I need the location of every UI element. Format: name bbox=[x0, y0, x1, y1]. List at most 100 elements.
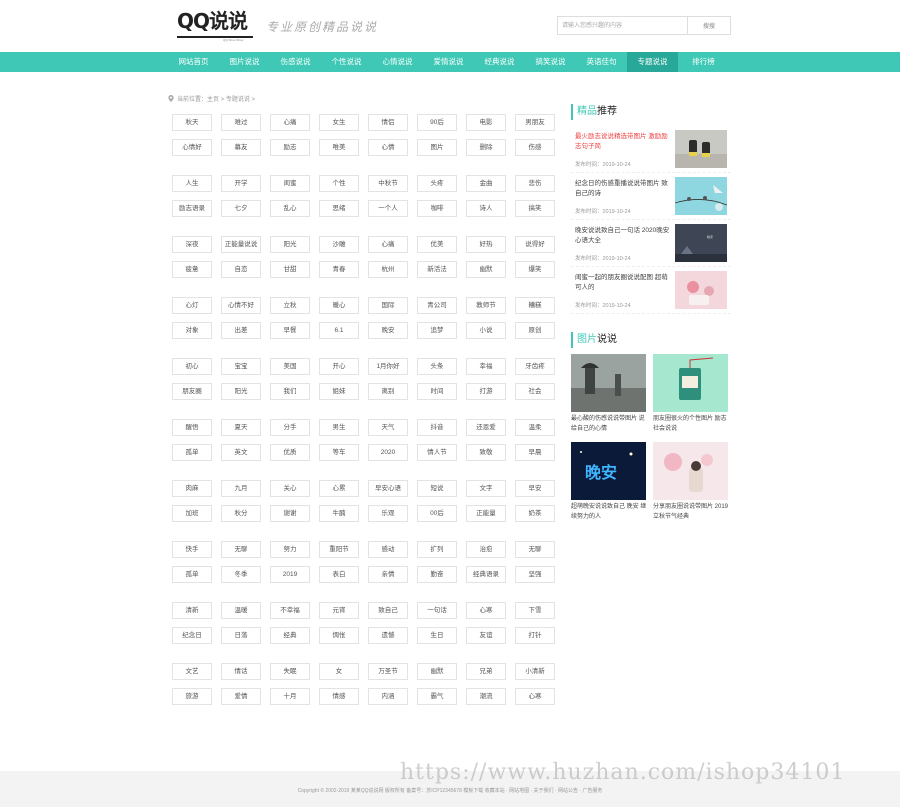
tag-link[interactable]: 重阳节 bbox=[319, 541, 359, 558]
tag-link[interactable]: 纪念日 bbox=[172, 627, 212, 644]
nav-item[interactable]: 心情说说 bbox=[372, 52, 423, 72]
tag-link[interactable]: 一句话 bbox=[417, 602, 457, 619]
recommend-item-thumbnail[interactable] bbox=[675, 271, 727, 309]
nav-item[interactable]: 爱情说说 bbox=[423, 52, 474, 72]
tag-link[interactable]: 早餐 bbox=[270, 322, 310, 339]
tag-link[interactable]: 美国 bbox=[270, 358, 310, 375]
tag-link[interactable]: 十月 bbox=[270, 688, 310, 705]
tag-link[interactable]: 图片 bbox=[417, 139, 457, 156]
tag-link[interactable]: 勤奋 bbox=[417, 566, 457, 583]
tag-link[interactable]: 牙齿疼 bbox=[515, 358, 555, 375]
picture-item[interactable]: 晚安 超萌晚安说说致自己 晚安 继续努力的人 bbox=[571, 442, 649, 526]
nav-item[interactable]: 网站首页 bbox=[168, 52, 219, 72]
recommend-item-thumbnail[interactable]: 晚安 bbox=[675, 224, 727, 262]
tag-link[interactable]: 搞笑 bbox=[515, 200, 555, 217]
tag-link[interactable]: 无聊 bbox=[515, 541, 555, 558]
tag-link[interactable]: 金曲 bbox=[466, 175, 506, 192]
tag-link[interactable]: 温暖 bbox=[221, 602, 261, 619]
picture-item-thumbnail[interactable] bbox=[571, 354, 646, 412]
tag-link[interactable]: 心情不好 bbox=[221, 297, 261, 314]
tag-link[interactable]: 关心 bbox=[270, 480, 310, 497]
tag-link[interactable]: 姐妹 bbox=[319, 383, 359, 400]
tag-link[interactable]: 男朋友 bbox=[515, 114, 555, 131]
tag-link[interactable]: 幕友 bbox=[221, 139, 261, 156]
tag-link[interactable]: 00后 bbox=[417, 505, 457, 522]
tag-link[interactable]: 早安心语 bbox=[368, 480, 408, 497]
tag-link[interactable]: 甘甜 bbox=[270, 261, 310, 278]
tag-link[interactable]: 闺蜜 bbox=[270, 175, 310, 192]
tag-link[interactable]: 阳光 bbox=[221, 383, 261, 400]
tag-link[interactable]: 快手 bbox=[172, 541, 212, 558]
tag-link[interactable]: 深夜 bbox=[172, 236, 212, 253]
tag-link[interactable]: 夏天 bbox=[221, 419, 261, 436]
tag-link[interactable]: 加班 bbox=[172, 505, 212, 522]
tag-link[interactable]: 幽默 bbox=[417, 663, 457, 680]
tag-link[interactable]: 一个人 bbox=[368, 200, 408, 217]
tag-link[interactable]: 心灯 bbox=[172, 297, 212, 314]
tag-link[interactable]: 人生 bbox=[172, 175, 212, 192]
tag-link[interactable]: 出差 bbox=[221, 322, 261, 339]
nav-item[interactable]: 伤感说说 bbox=[270, 52, 321, 72]
tag-link[interactable]: 优美 bbox=[417, 236, 457, 253]
tag-link[interactable]: 难过 bbox=[221, 114, 261, 131]
picture-item-thumbnail[interactable]: 晚安 bbox=[571, 442, 646, 500]
tag-link[interactable]: 致敬 bbox=[466, 444, 506, 461]
nav-item[interactable]: 经典说说 bbox=[474, 52, 525, 72]
tag-link[interactable]: 清新 bbox=[172, 602, 212, 619]
tag-link[interactable]: 头条 bbox=[417, 358, 457, 375]
nav-item[interactable]: 专题说说 bbox=[627, 52, 678, 72]
tag-link[interactable]: 英文 bbox=[221, 444, 261, 461]
tag-link[interactable]: 乐观 bbox=[368, 505, 408, 522]
picture-item-title[interactable]: 最心酸的伤感说说带图片 说给自己的心情 bbox=[571, 414, 649, 438]
tag-link[interactable]: 男生 bbox=[319, 419, 359, 436]
tag-link[interactable]: 初心 bbox=[172, 358, 212, 375]
tag-link[interactable]: 潮流 bbox=[466, 688, 506, 705]
tag-link[interactable]: 疲惫 bbox=[172, 261, 212, 278]
tag-link[interactable]: 优质 bbox=[270, 444, 310, 461]
tag-link[interactable]: 立秋 bbox=[270, 297, 310, 314]
tag-link[interactable]: 不幸福 bbox=[270, 602, 310, 619]
tag-link[interactable]: 好热 bbox=[466, 236, 506, 253]
tag-link[interactable]: 天气 bbox=[368, 419, 408, 436]
tag-link[interactable]: 文字 bbox=[466, 480, 506, 497]
tag-link[interactable]: 爱情 bbox=[221, 688, 261, 705]
search-input[interactable] bbox=[558, 17, 687, 34]
tag-link[interactable]: 文艺 bbox=[172, 663, 212, 680]
tag-link[interactable]: 还恩爱 bbox=[466, 419, 506, 436]
tag-link[interactable]: 阳光 bbox=[270, 236, 310, 253]
nav-item[interactable]: 搞笑说说 bbox=[525, 52, 576, 72]
search-button[interactable]: 搜搜 bbox=[687, 17, 730, 34]
tag-link[interactable]: 个性 bbox=[319, 175, 359, 192]
picture-item[interactable]: 最心酸的伤感说说带图片 说给自己的心情 bbox=[571, 354, 649, 438]
tag-link[interactable]: 肉麻 bbox=[172, 480, 212, 497]
picture-item-thumbnail[interactable] bbox=[653, 442, 728, 500]
tag-link[interactable]: 诗人 bbox=[466, 200, 506, 217]
tag-link[interactable]: 情侣 bbox=[368, 114, 408, 131]
tag-link[interactable]: 情话 bbox=[221, 663, 261, 680]
tag-link[interactable]: 乱心 bbox=[270, 200, 310, 217]
tag-link[interactable]: 万圣节 bbox=[368, 663, 408, 680]
tag-link[interactable]: 90后 bbox=[417, 114, 457, 131]
tag-link[interactable]: 电影 bbox=[466, 114, 506, 131]
tag-link[interactable]: 2020 bbox=[368, 444, 408, 461]
tag-link[interactable]: 正能量说说 bbox=[221, 236, 261, 253]
tag-link[interactable]: 坚强 bbox=[515, 566, 555, 583]
tag-link[interactable]: 亲情 bbox=[368, 566, 408, 583]
tag-link[interactable]: 我们 bbox=[270, 383, 310, 400]
tag-link[interactable]: 早晨 bbox=[515, 444, 555, 461]
tag-link[interactable]: 时间 bbox=[417, 383, 457, 400]
tag-link[interactable]: 开学 bbox=[221, 175, 261, 192]
nav-item[interactable]: 英语佳句 bbox=[576, 52, 627, 72]
tag-link[interactable]: 内涵 bbox=[368, 688, 408, 705]
tag-link[interactable]: 沙雕 bbox=[319, 236, 359, 253]
tag-link[interactable]: 糟糕 bbox=[515, 297, 555, 314]
tag-link[interactable]: 惆怅 bbox=[319, 627, 359, 644]
tag-link[interactable]: 爆笑 bbox=[515, 261, 555, 278]
tag-link[interactable]: 心痛 bbox=[368, 236, 408, 253]
tag-link[interactable]: 女生 bbox=[319, 114, 359, 131]
tag-link[interactable]: 心情好 bbox=[172, 139, 212, 156]
recommend-item[interactable]: 晚安说说致自己一句话 2020晚安心语大全 发布时间：2019-10-24 晚安 bbox=[571, 220, 731, 267]
tag-link[interactable]: 打针 bbox=[515, 627, 555, 644]
tag-link[interactable]: 1月你好 bbox=[368, 358, 408, 375]
tag-link[interactable]: 醒悟 bbox=[172, 419, 212, 436]
